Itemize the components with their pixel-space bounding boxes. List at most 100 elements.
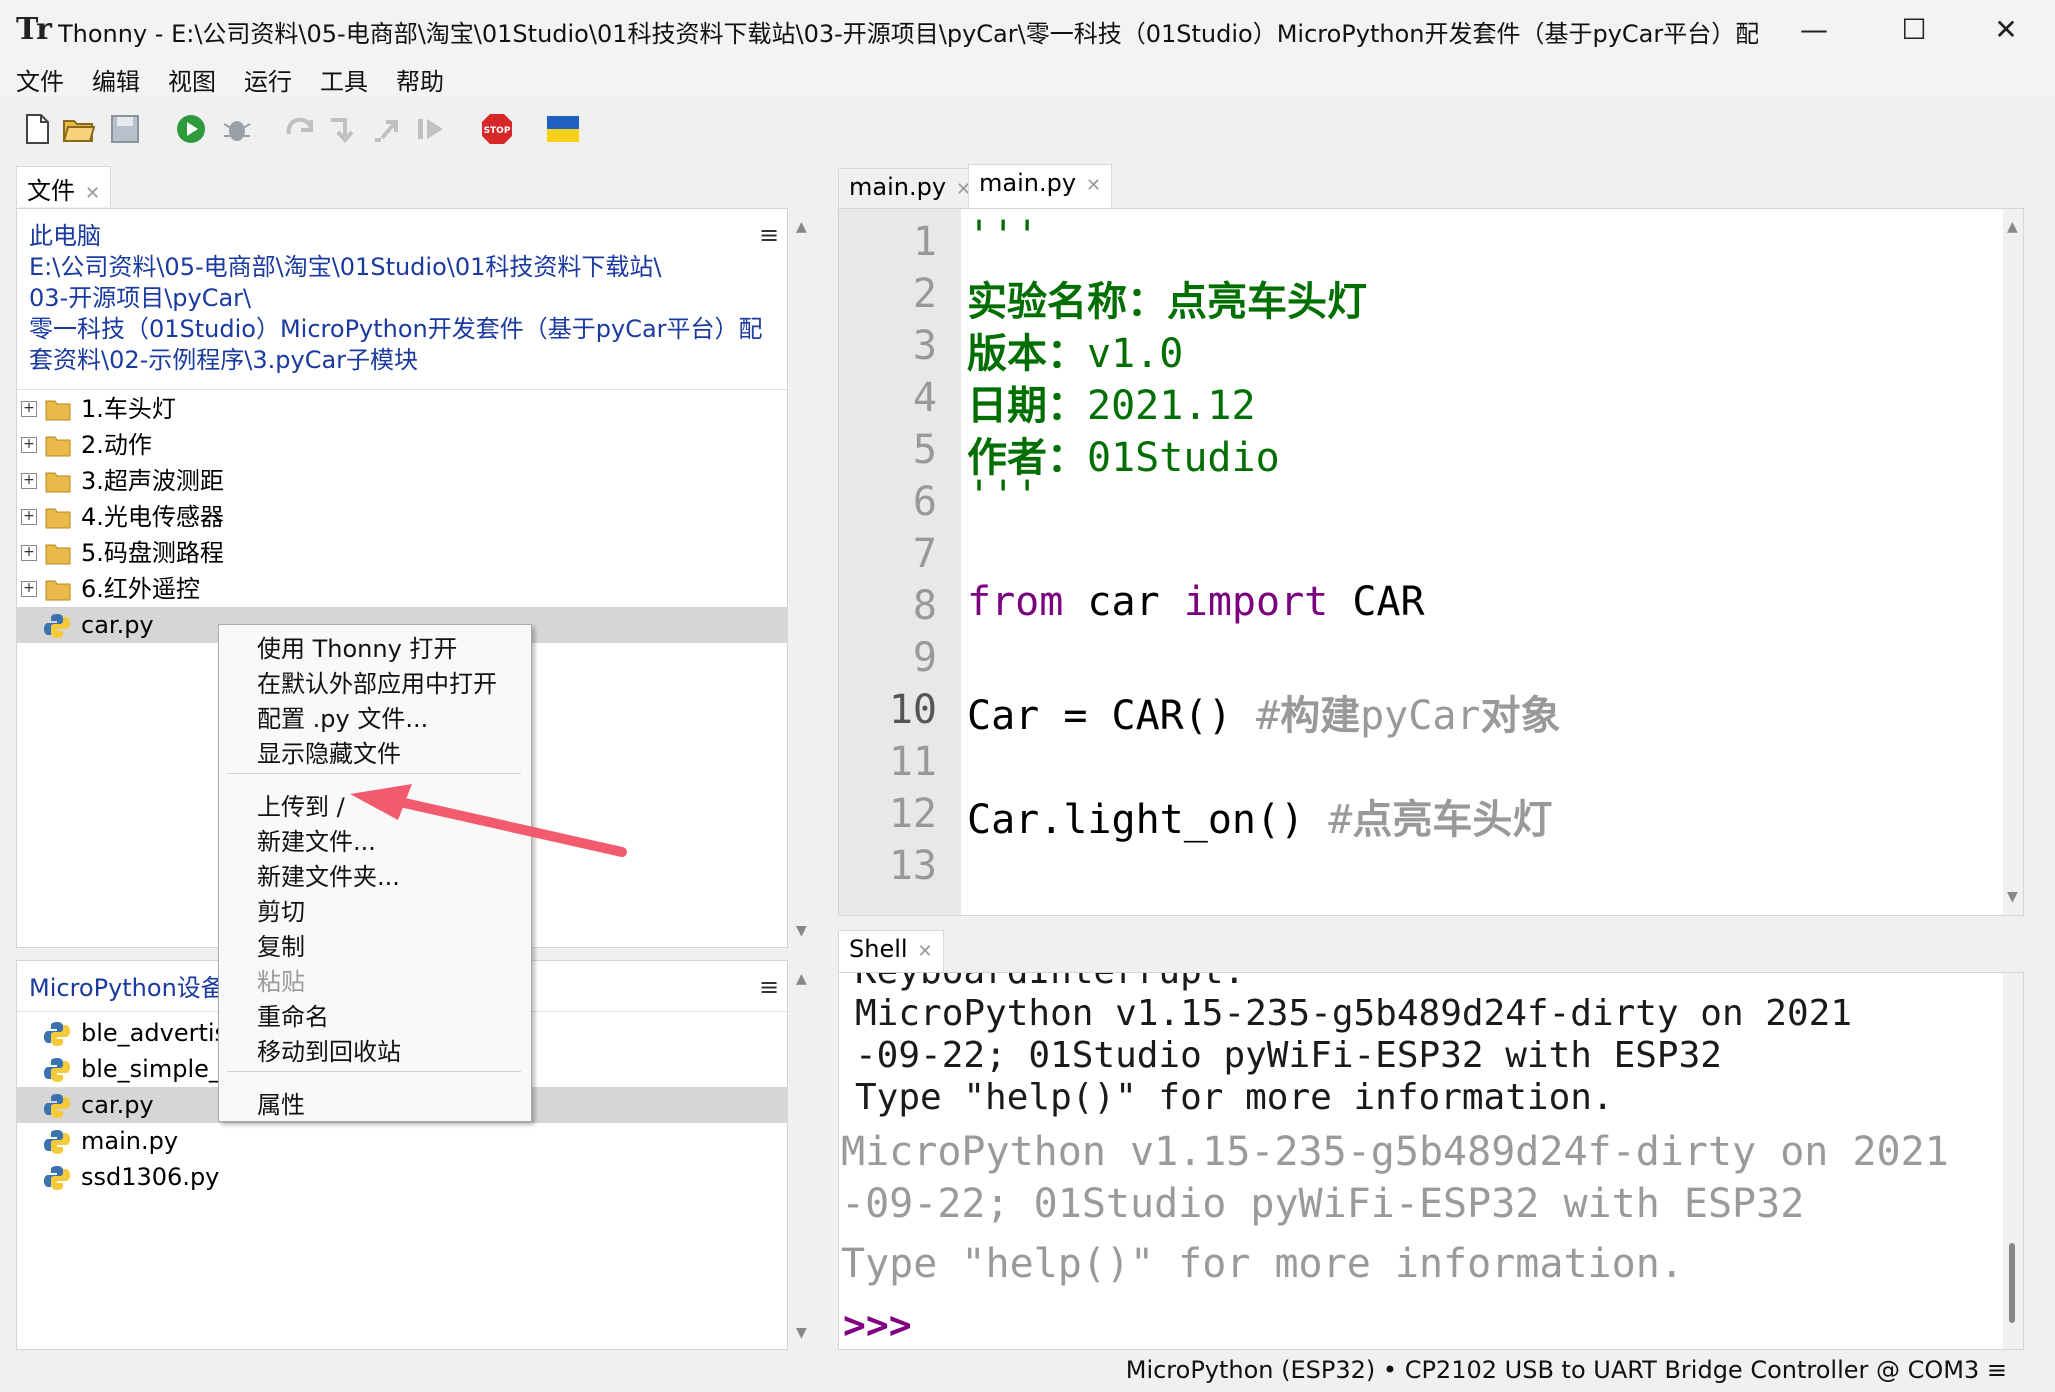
ctx-copy[interactable]: 复制 bbox=[257, 927, 305, 962]
tree-folder[interactable]: + 3.超声波测距 bbox=[17, 463, 787, 499]
shell-console[interactable]: KeyboardInterrupt: MicroPython v1.15-235… bbox=[838, 972, 2024, 1350]
ctx-cut[interactable]: 剪切 bbox=[257, 892, 305, 927]
device-file[interactable]: ssd1306.py bbox=[17, 1159, 787, 1195]
ctx-open-external[interactable]: 在默认外部应用中打开 bbox=[257, 664, 497, 699]
shell-output-line: -09-22; 01Studio pyWiFi-ESP32 with ESP32 bbox=[841, 1181, 1805, 1227]
new-file-icon[interactable] bbox=[20, 112, 54, 146]
step-into-icon[interactable] bbox=[326, 112, 360, 146]
device-scrollbar[interactable] bbox=[792, 961, 812, 1349]
files-scrollbar[interactable] bbox=[792, 209, 812, 947]
path-line-2[interactable]: 03-开源项目\pyCar\ bbox=[29, 283, 769, 314]
close-icon[interactable]: ✕ bbox=[85, 183, 100, 204]
shell-output-line: MicroPython v1.15-235-g5b489d24f-dirty o… bbox=[855, 993, 1852, 1034]
shell-scroll-thumb[interactable] bbox=[2009, 1243, 2015, 1323]
ctx-paste[interactable]: 粘贴 bbox=[257, 962, 305, 997]
editor-tab-2-active[interactable]: main.py ✕ bbox=[968, 164, 1113, 211]
status-bar: MicroPython (ESP32) • CP2102 USB to UART… bbox=[0, 1352, 2055, 1392]
menu-tools[interactable]: 工具 bbox=[320, 62, 368, 97]
expand-icon[interactable]: + bbox=[21, 545, 37, 561]
tree-folder[interactable]: + 4.光电传感器 bbox=[17, 499, 787, 535]
code-line-8: from car import CAR bbox=[967, 579, 1425, 625]
tree-label: 3.超声波测距 bbox=[81, 467, 224, 495]
tab-shell[interactable]: Shell ✕ bbox=[838, 930, 944, 973]
path-breadcrumb: 此电脑 E:\公司资料\05-电商部\淘宝\01Studio\01科技资料下载站… bbox=[29, 221, 769, 376]
folder-icon bbox=[45, 580, 71, 601]
expand-icon[interactable]: + bbox=[21, 473, 37, 489]
line-number: 6 bbox=[912, 479, 937, 525]
stop-icon[interactable]: STOP bbox=[480, 112, 514, 146]
python-file-icon bbox=[44, 1022, 70, 1046]
panel-menu-icon[interactable]: ≡ bbox=[759, 973, 779, 1001]
ukraine-flag-icon[interactable] bbox=[546, 112, 580, 146]
ctx-properties[interactable]: 属性 bbox=[257, 1085, 305, 1120]
path-root[interactable]: 此电脑 bbox=[29, 221, 769, 252]
editor-tab-label: main.py bbox=[849, 173, 947, 201]
tab-shell-label: Shell bbox=[849, 935, 908, 963]
resume-icon[interactable] bbox=[414, 112, 448, 146]
ctx-upload[interactable]: 上传到 / bbox=[257, 787, 345, 822]
path-line-1[interactable]: E:\公司资料\05-电商部\淘宝\01Studio\01科技资料下载站\ bbox=[29, 252, 769, 283]
tab-files-label: 文件 bbox=[27, 177, 75, 205]
folder-icon bbox=[45, 508, 71, 529]
tree-folder[interactable]: + 1.车头灯 bbox=[17, 391, 787, 427]
expand-icon[interactable]: + bbox=[21, 401, 37, 417]
menu-run[interactable]: 运行 bbox=[244, 62, 292, 97]
close-icon[interactable]: ✕ bbox=[918, 941, 933, 962]
panel-menu-icon[interactable]: ≡ bbox=[759, 221, 779, 249]
folder-icon bbox=[45, 436, 71, 457]
code-editor[interactable]: 1 2 3 4 5 6 7 8 9 10 11 12 13 ''' 实验名称：点… bbox=[838, 208, 2024, 916]
expand-icon[interactable]: + bbox=[21, 509, 37, 525]
tree-label: main.py bbox=[81, 1127, 179, 1155]
expand-icon[interactable]: + bbox=[21, 437, 37, 453]
ctx-rename[interactable]: 重命名 bbox=[257, 997, 329, 1032]
menu-file[interactable]: 文件 bbox=[16, 62, 64, 97]
tree-label: 6.红外遥控 bbox=[81, 575, 200, 603]
code-line-12: Car.light_on() #点亮车头灯 bbox=[967, 797, 1553, 843]
path-line-3[interactable]: 零一科技（01Studio）MicroPython开发套件（基于pyCar平台）… bbox=[29, 314, 769, 345]
scroll-up-icon[interactable]: ▲ bbox=[796, 219, 807, 235]
scroll-up-icon[interactable]: ▲ bbox=[2007, 219, 2018, 235]
device-file[interactable]: main.py bbox=[17, 1123, 787, 1159]
save-icon[interactable] bbox=[108, 112, 142, 146]
line-number: 7 bbox=[912, 531, 937, 577]
shell-prompt[interactable]: >>> bbox=[843, 1303, 912, 1347]
tab-files[interactable]: 文件 ✕ bbox=[16, 166, 112, 207]
menu-edit[interactable]: 编辑 bbox=[92, 62, 140, 97]
scroll-up-icon[interactable]: ▲ bbox=[796, 971, 807, 987]
code-line-4: 日期：2021.12 bbox=[967, 383, 1256, 429]
ctx-new-folder[interactable]: 新建文件夹... bbox=[257, 857, 400, 892]
ctx-show-hidden[interactable]: 显示隐藏文件 bbox=[257, 734, 401, 769]
code-line-10: Car = CAR() #构建pyCar对象 bbox=[967, 693, 1561, 739]
ctx-open-thonny[interactable]: 使用 Thonny 打开 bbox=[257, 629, 457, 664]
expand-icon[interactable]: + bbox=[21, 581, 37, 597]
tree-folder[interactable]: + 5.码盘测路程 bbox=[17, 535, 787, 571]
close-icon[interactable]: ✕ bbox=[1086, 175, 1101, 196]
scroll-down-icon[interactable]: ▼ bbox=[796, 1325, 807, 1341]
maximize-button[interactable]: ☐ bbox=[1884, 8, 1944, 52]
tree-label: ssd1306.py bbox=[81, 1163, 220, 1191]
menu-help[interactable]: 帮助 bbox=[396, 62, 444, 97]
step-out-icon[interactable] bbox=[370, 112, 404, 146]
python-file-icon bbox=[44, 1130, 70, 1154]
close-button[interactable]: ✕ bbox=[1976, 8, 2036, 52]
scroll-down-icon[interactable]: ▼ bbox=[2007, 889, 2018, 905]
menu-view[interactable]: 视图 bbox=[168, 62, 216, 97]
editor-scrollbar[interactable] bbox=[2003, 209, 2023, 915]
line-number: 3 bbox=[912, 323, 937, 369]
ctx-move-to-trash[interactable]: 移动到回收站 bbox=[257, 1032, 401, 1067]
step-over-icon[interactable] bbox=[284, 112, 318, 146]
tree-folder[interactable]: + 6.红外遥控 bbox=[17, 571, 787, 607]
path-line-4[interactable]: 套资料\02-示例程序\3.pyCar子模块 bbox=[29, 345, 769, 376]
svg-text:STOP: STOP bbox=[484, 126, 511, 136]
open-file-icon[interactable] bbox=[62, 112, 96, 146]
run-icon[interactable] bbox=[174, 112, 208, 146]
interpreter-status[interactable]: MicroPython (ESP32) • CP2102 USB to UART… bbox=[1126, 1356, 2007, 1384]
debug-icon[interactable] bbox=[220, 112, 254, 146]
device-title[interactable]: MicroPython设备 bbox=[29, 973, 225, 1004]
ctx-configure-py[interactable]: 配置 .py 文件... bbox=[257, 699, 428, 734]
tree-folder[interactable]: + 2.动作 bbox=[17, 427, 787, 463]
minimize-button[interactable]: — bbox=[1784, 8, 1844, 52]
editor-tab-label: main.py bbox=[979, 169, 1077, 197]
scroll-down-icon[interactable]: ▼ bbox=[796, 923, 807, 939]
editor-tab-1[interactable]: main.py ✕ bbox=[838, 168, 983, 211]
